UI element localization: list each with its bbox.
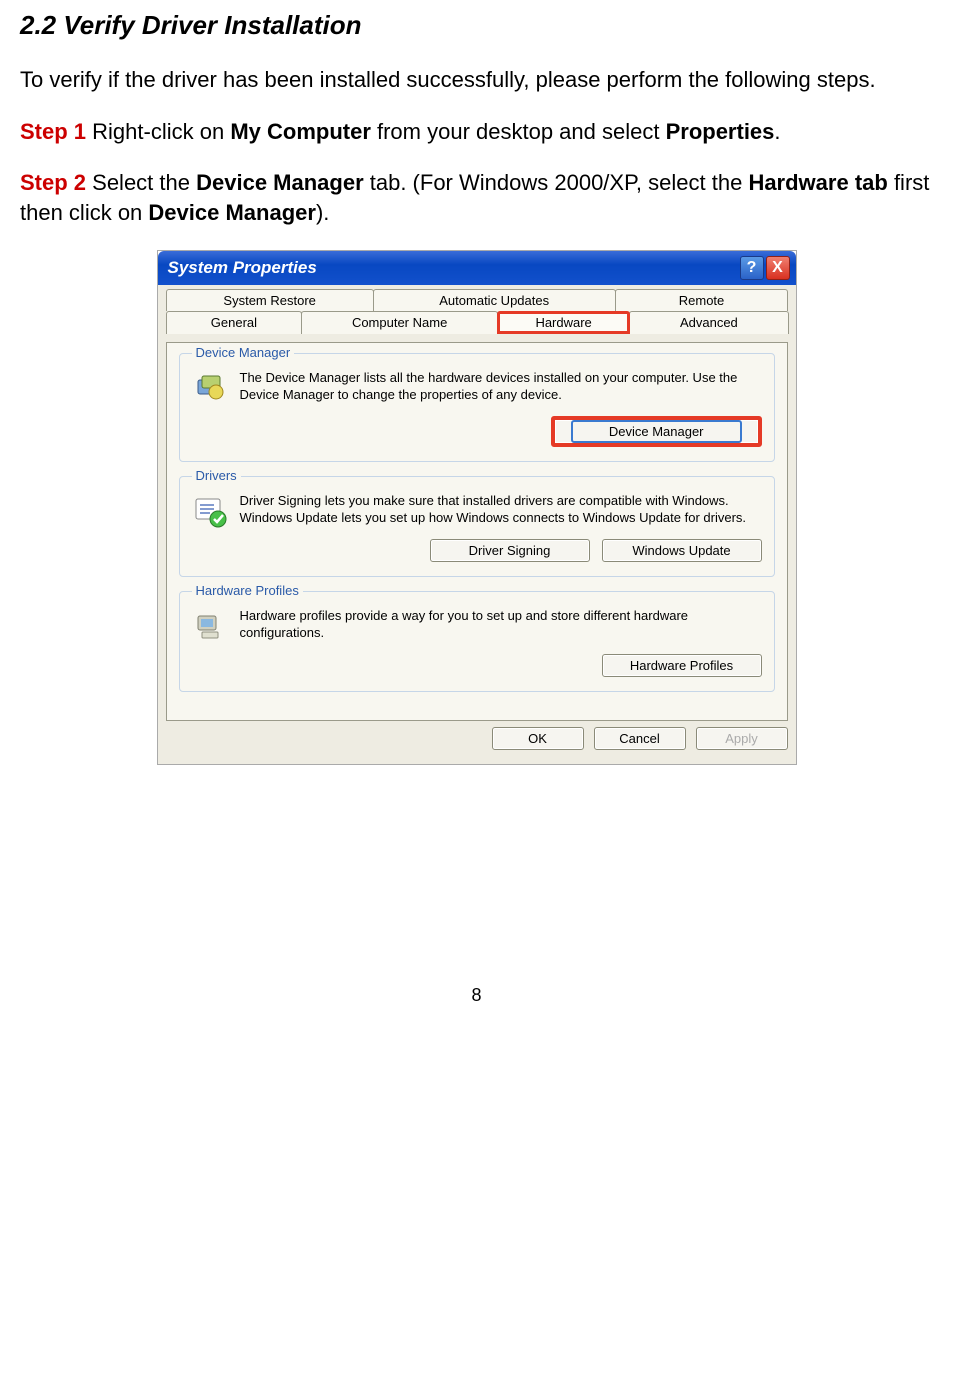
tab-general[interactable]: General bbox=[166, 311, 303, 334]
driver-signing-button[interactable]: Driver Signing bbox=[430, 539, 590, 562]
group-label: Hardware Profiles bbox=[192, 583, 303, 598]
bold-text: Device Manager bbox=[196, 170, 364, 195]
bold-text: Device Manager bbox=[148, 200, 316, 225]
text: . bbox=[774, 119, 780, 144]
group-label: Device Manager bbox=[192, 345, 295, 360]
tabs: System Restore Automatic Updates Remote … bbox=[166, 289, 788, 334]
group-label: Drivers bbox=[192, 468, 241, 483]
bold-text: Properties bbox=[666, 119, 775, 144]
text: Right-click on bbox=[86, 119, 230, 144]
tab-automatic-updates[interactable]: Automatic Updates bbox=[373, 289, 616, 311]
step-2-paragraph: Step 2 Select the Device Manager tab. (F… bbox=[20, 168, 933, 227]
bold-text: My Computer bbox=[230, 119, 371, 144]
text: Select the bbox=[86, 170, 196, 195]
system-properties-dialog: System Properties ? X System Restore Aut… bbox=[157, 250, 797, 765]
step-label: Step 2 bbox=[20, 170, 86, 195]
dialog-button-row: OK Cancel Apply bbox=[166, 721, 788, 752]
group-hardware-profiles: Hardware Profiles Hardware profiles prov… bbox=[179, 591, 775, 692]
button-label: Device Manager bbox=[571, 420, 742, 443]
section-heading: 2.2 Verify Driver Installation bbox=[20, 10, 933, 41]
ok-button[interactable]: OK bbox=[492, 727, 584, 750]
dialog-title: System Properties bbox=[168, 258, 738, 278]
text: from your desktop and select bbox=[371, 119, 666, 144]
intro-paragraph: To verify if the driver has been install… bbox=[20, 65, 933, 95]
group-text: Hardware profiles provide a way for you … bbox=[240, 608, 762, 644]
hardware-profiles-icon bbox=[192, 608, 228, 644]
tab-content-hardware: Device Manager The Device Manager lists … bbox=[166, 342, 788, 721]
page-number: 8 bbox=[20, 985, 933, 1006]
step-label: Step 1 bbox=[20, 119, 86, 144]
tab-advanced[interactable]: Advanced bbox=[629, 311, 788, 334]
group-device-manager: Device Manager The Device Manager lists … bbox=[179, 353, 775, 462]
text: tab. (For Windows 2000/XP, select the bbox=[364, 170, 749, 195]
device-manager-button[interactable]: Device Manager bbox=[551, 416, 762, 447]
tab-computer-name[interactable]: Computer Name bbox=[301, 311, 498, 334]
titlebar: System Properties ? X bbox=[158, 251, 796, 285]
close-button[interactable]: X bbox=[766, 256, 790, 280]
apply-button[interactable]: Apply bbox=[696, 727, 788, 750]
text: ). bbox=[316, 200, 329, 225]
drivers-icon bbox=[192, 493, 228, 529]
group-text: Driver Signing lets you make sure that i… bbox=[240, 493, 762, 529]
device-manager-icon bbox=[192, 370, 228, 406]
group-drivers: Drivers Driver Signing lets you make sur… bbox=[179, 476, 775, 577]
tab-remote[interactable]: Remote bbox=[615, 289, 789, 311]
tab-hardware[interactable]: Hardware bbox=[497, 311, 630, 334]
tab-row-front: General Computer Name Hardware Advanced bbox=[166, 311, 788, 334]
group-text: The Device Manager lists all the hardwar… bbox=[240, 370, 762, 406]
cancel-button[interactable]: Cancel bbox=[594, 727, 686, 750]
step-1-paragraph: Step 1 Right-click on My Computer from y… bbox=[20, 117, 933, 147]
tab-row-back: System Restore Automatic Updates Remote bbox=[166, 289, 788, 311]
bold-text: Hardware tab bbox=[748, 170, 887, 195]
dialog-body: System Restore Automatic Updates Remote … bbox=[158, 285, 796, 764]
tab-system-restore[interactable]: System Restore bbox=[166, 289, 374, 311]
help-button[interactable]: ? bbox=[740, 256, 764, 280]
hardware-profiles-button[interactable]: Hardware Profiles bbox=[602, 654, 762, 677]
windows-update-button[interactable]: Windows Update bbox=[602, 539, 762, 562]
